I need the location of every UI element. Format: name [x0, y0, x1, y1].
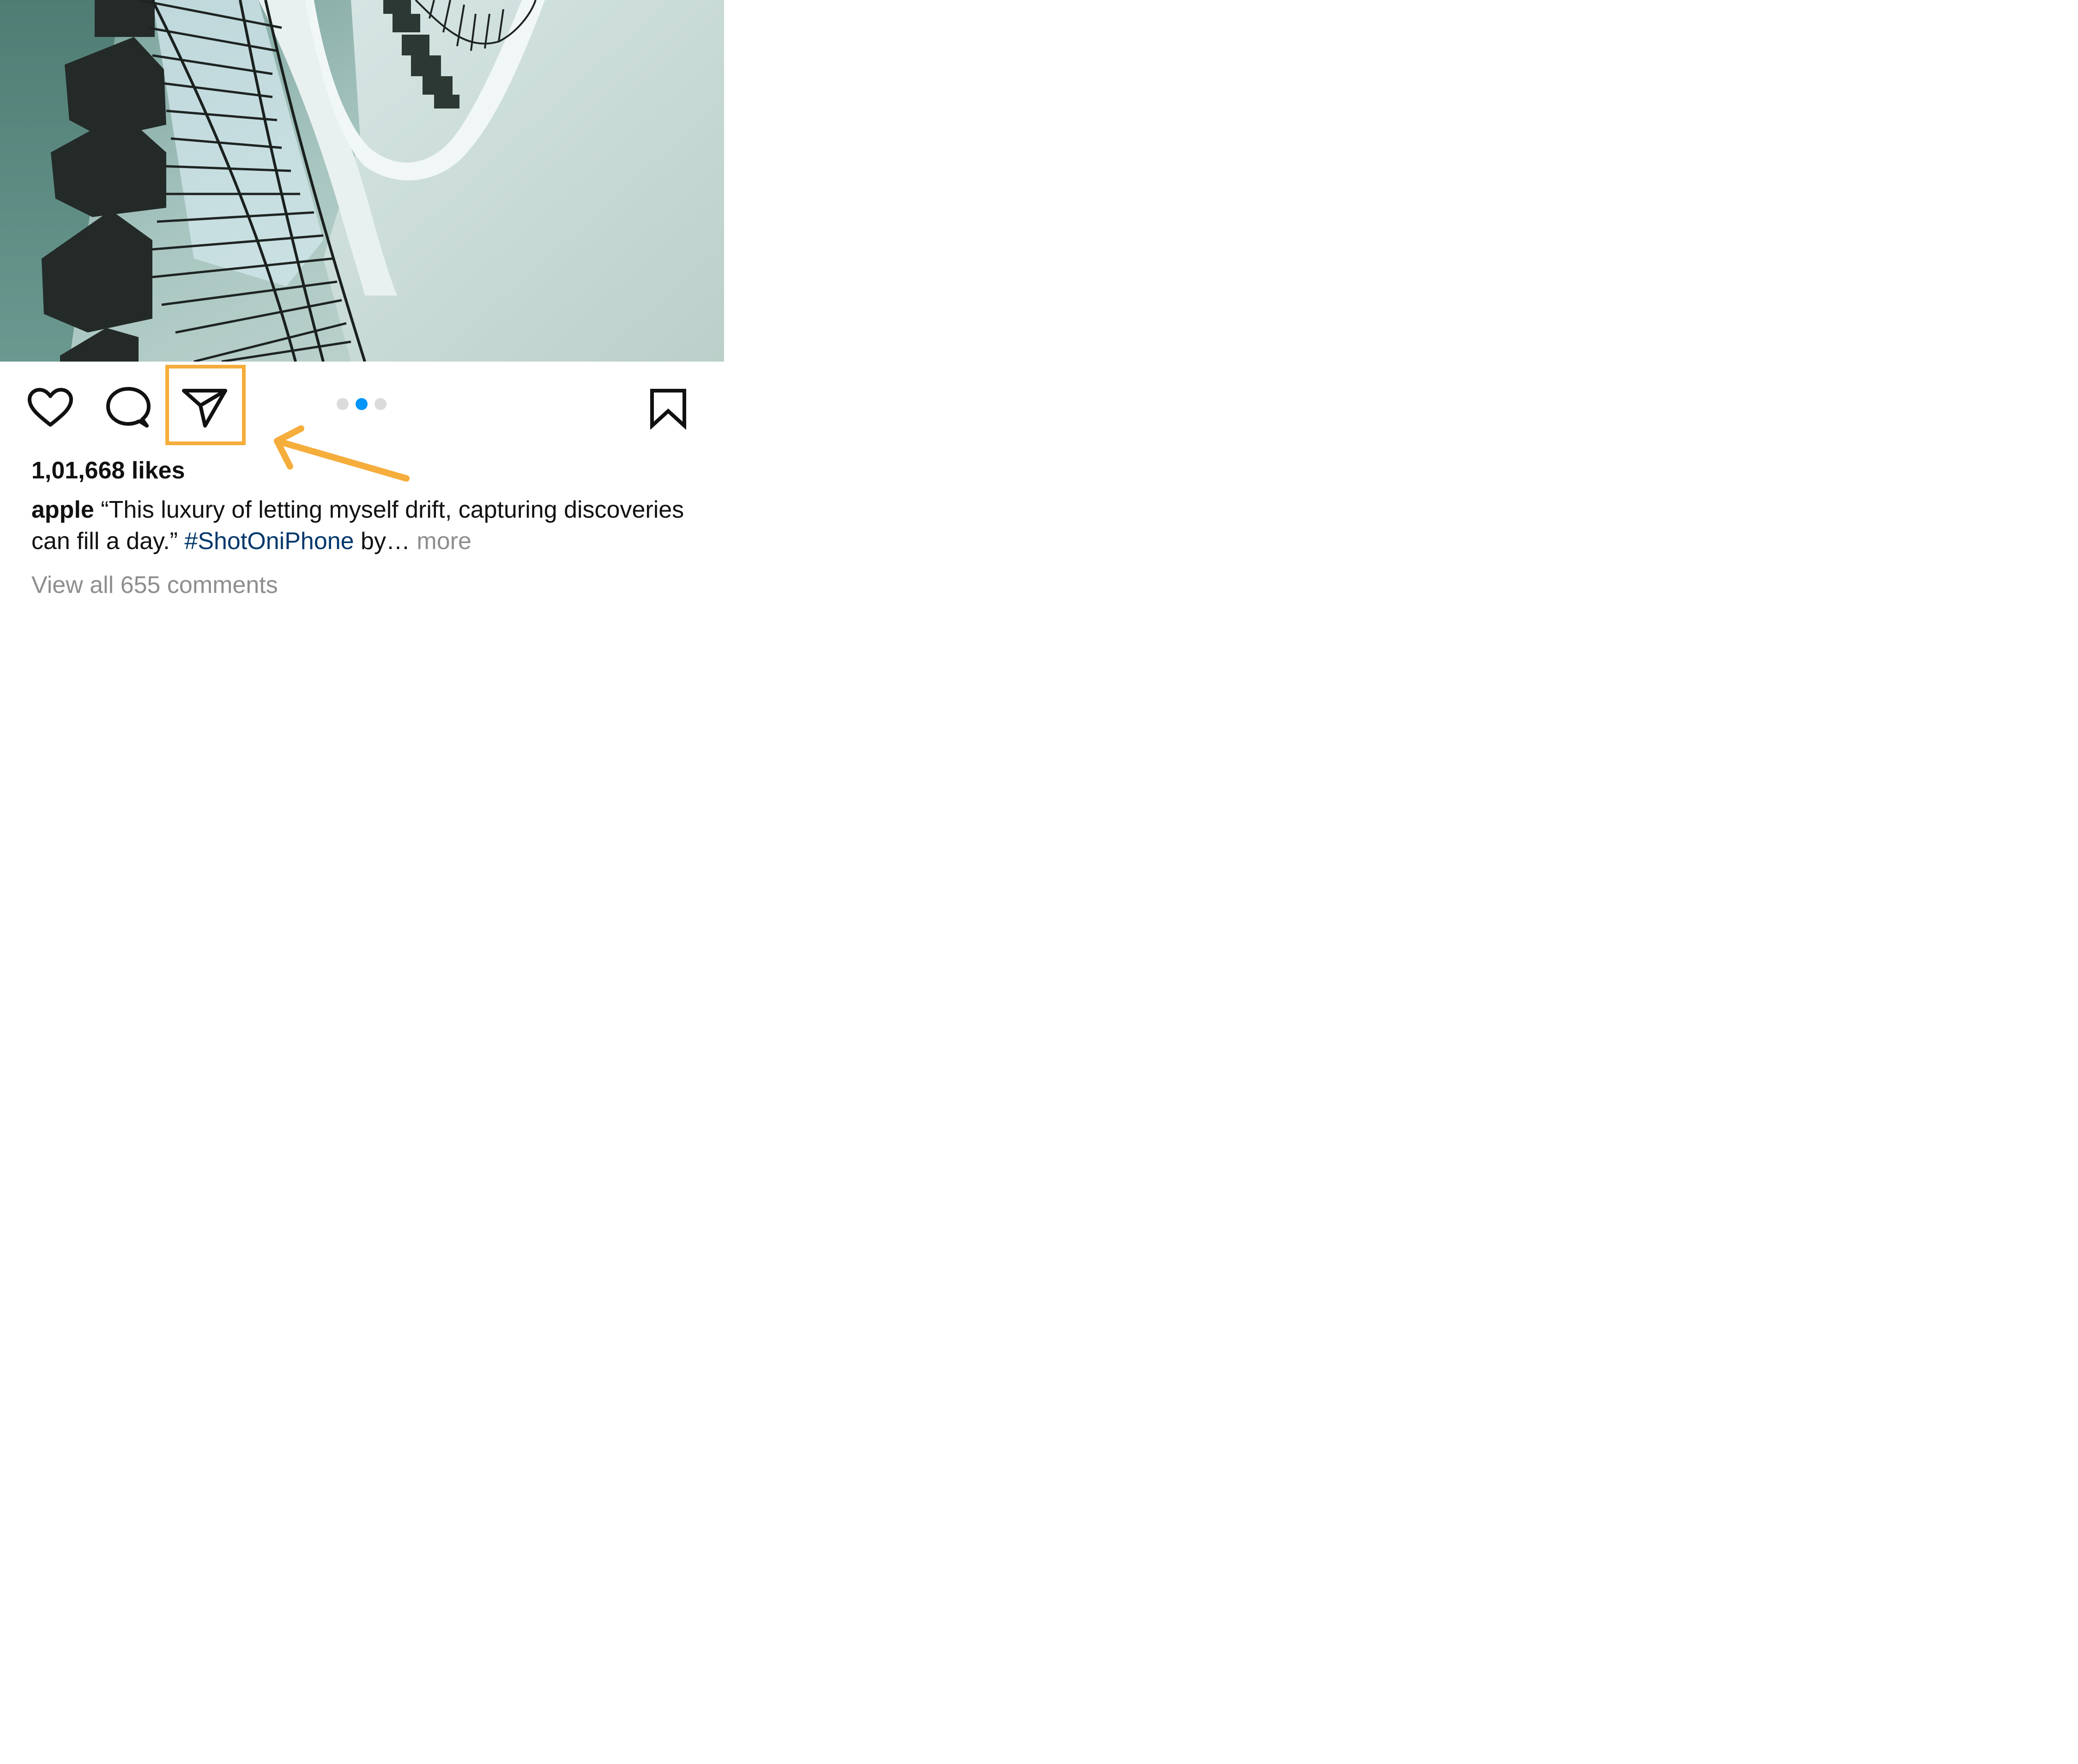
instagram-post: 1,01,668 likes apple “This luxury of let… — [0, 0, 724, 615]
caption-username[interactable]: apple — [31, 496, 94, 523]
share-button[interactable] — [181, 387, 228, 429]
post-photo[interactable] — [0, 0, 724, 362]
carousel-dot[interactable] — [337, 398, 349, 410]
like-count[interactable]: 1,01,668 likes — [31, 456, 185, 485]
paper-plane-icon — [182, 389, 227, 428]
comment-bubble-icon — [106, 387, 151, 428]
staircase-photo — [0, 0, 724, 362]
save-button[interactable] — [648, 388, 688, 429]
view-all-comments-link[interactable]: View all 655 comments — [31, 570, 278, 600]
caption-tail: by… — [354, 528, 410, 555]
carousel-dot-active[interactable] — [356, 398, 368, 410]
carousel-indicator — [337, 398, 387, 410]
heart-icon — [28, 388, 73, 427]
post-caption: apple “This luxury of letting myself dri… — [31, 494, 696, 557]
comment-button[interactable] — [106, 387, 151, 429]
like-button[interactable] — [27, 388, 74, 428]
caption-hashtag[interactable]: #ShotOniPhone — [184, 528, 354, 555]
caption-more-link[interactable]: more — [410, 528, 471, 555]
carousel-dot[interactable] — [375, 398, 387, 410]
bookmark-icon — [650, 389, 686, 429]
